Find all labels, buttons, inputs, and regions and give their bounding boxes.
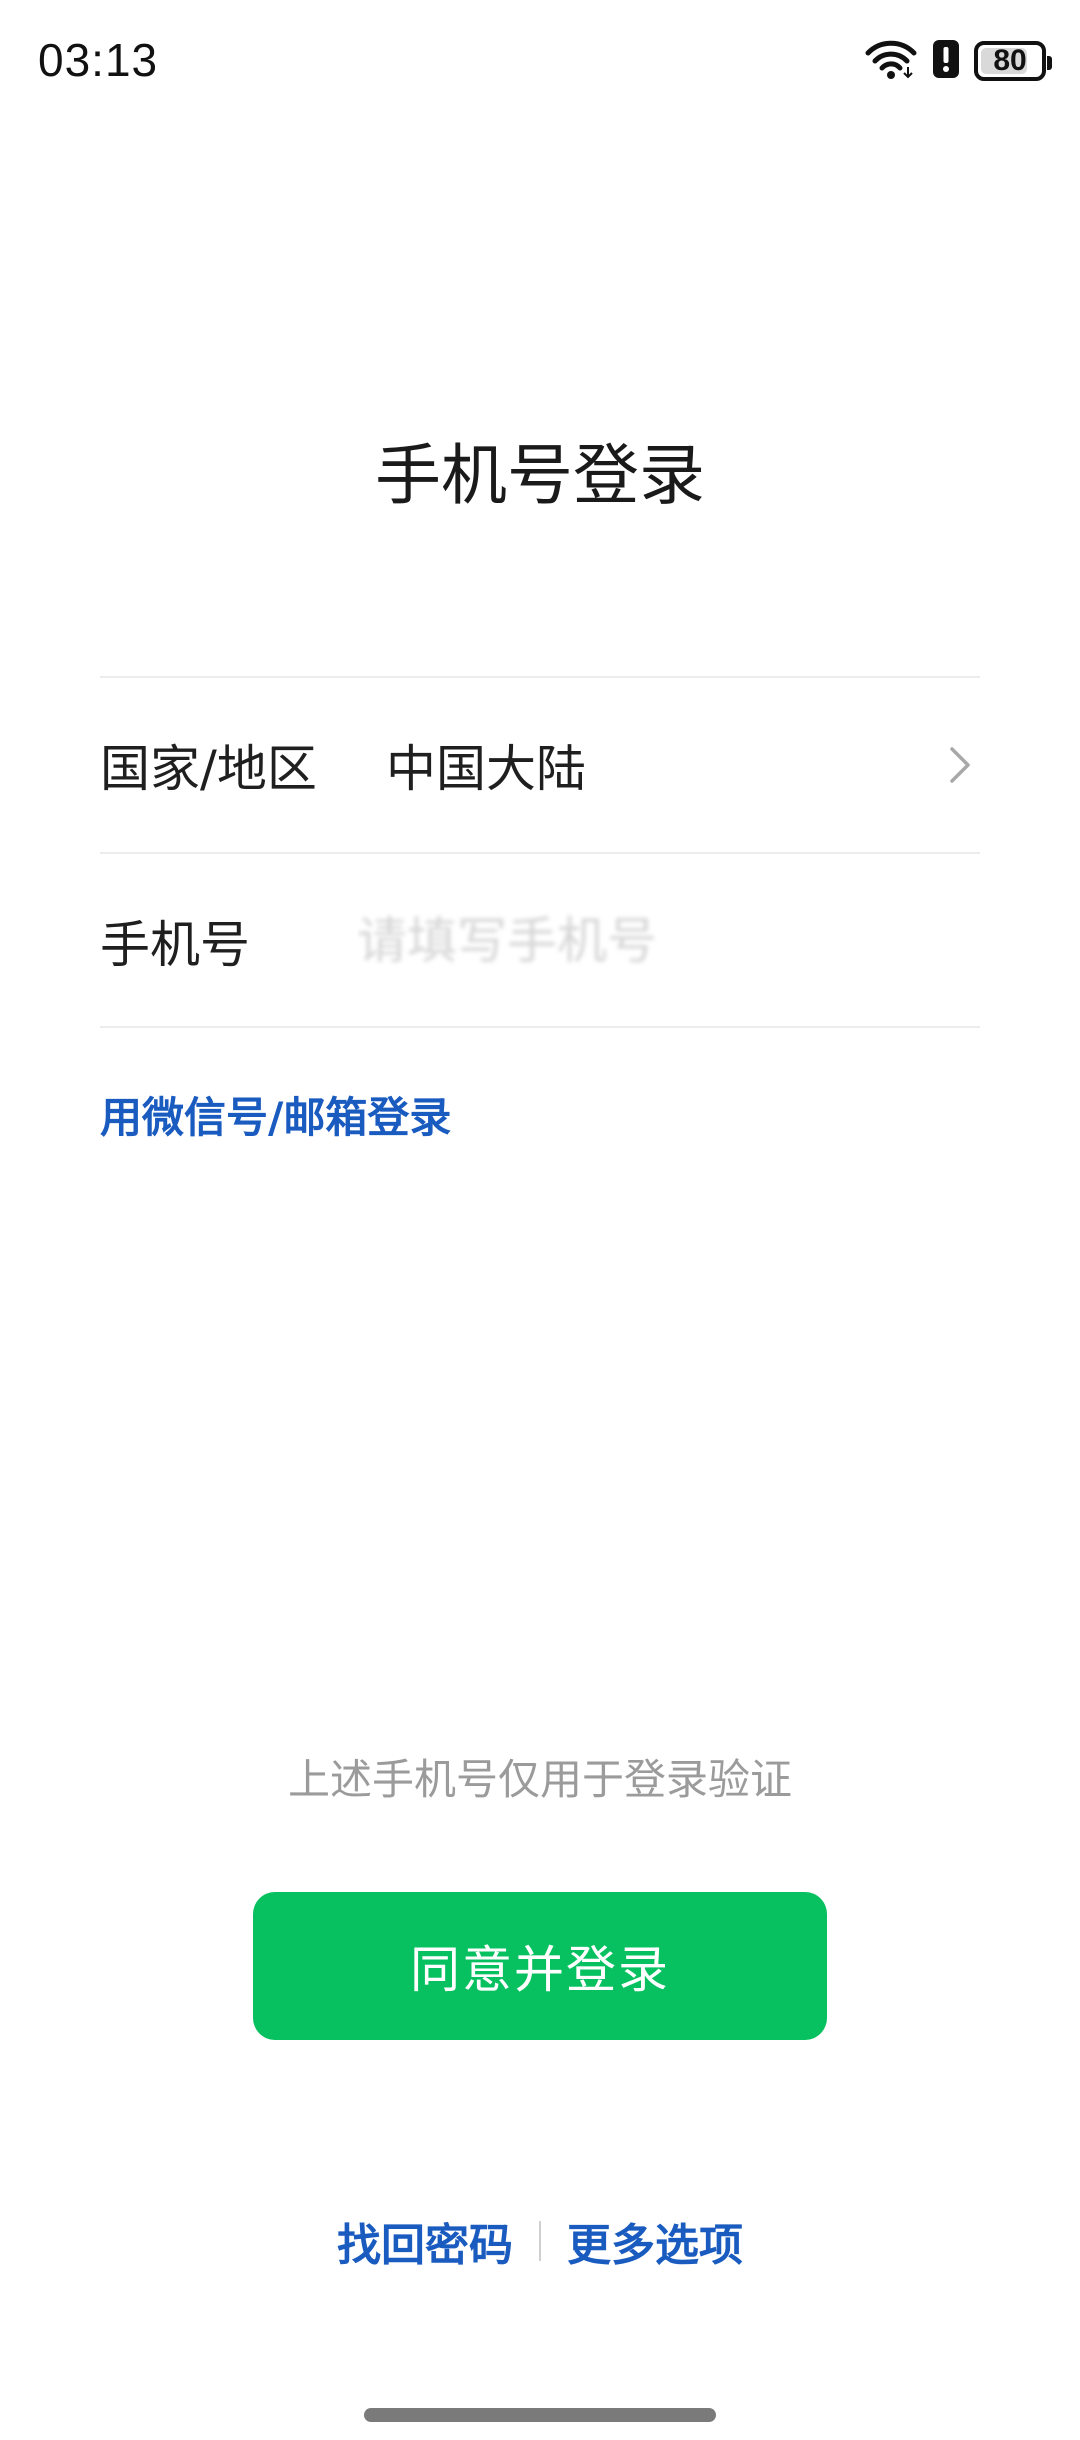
link-separator	[539, 2221, 541, 2261]
status-icons: 80	[864, 36, 1052, 86]
divider-bottom	[100, 1026, 980, 1028]
wifi-icon	[864, 37, 918, 85]
agree-and-login-button[interactable]: 同意并登录	[253, 1892, 827, 2040]
status-time: 03:13	[38, 34, 159, 86]
battery-level: 80	[993, 44, 1027, 77]
verification-hint: 上述手机号仅用于登录验证	[287, 1755, 792, 1804]
alert-icon	[932, 38, 960, 84]
region-value: 中国大陆	[386, 740, 586, 798]
phone-number-row: 手机号	[100, 856, 980, 1026]
region-label: 国家/地区	[100, 740, 317, 798]
chevron-right-icon	[940, 745, 980, 785]
wechat-email-login-link[interactable]: 用微信号/邮箱登录	[100, 1088, 451, 1148]
region-selector-row[interactable]: 国家/地区 中国大陆	[100, 680, 980, 850]
phone-label: 手机号	[100, 916, 250, 974]
divider-top	[100, 676, 980, 678]
battery-icon: 80	[974, 41, 1052, 81]
phone-number-input[interactable]	[357, 912, 980, 970]
recover-password-link[interactable]: 找回密码	[337, 2209, 513, 2273]
bottom-links: 找回密码 更多选项	[0, 2206, 1080, 2276]
page-title: 手机号登录	[375, 437, 705, 514]
more-options-link[interactable]: 更多选项	[567, 2209, 743, 2273]
home-indicator[interactable]	[364, 2408, 716, 2422]
status-bar: 03:13 80	[0, 0, 1080, 120]
battery-tip	[1047, 56, 1052, 70]
divider-middle	[100, 852, 980, 854]
